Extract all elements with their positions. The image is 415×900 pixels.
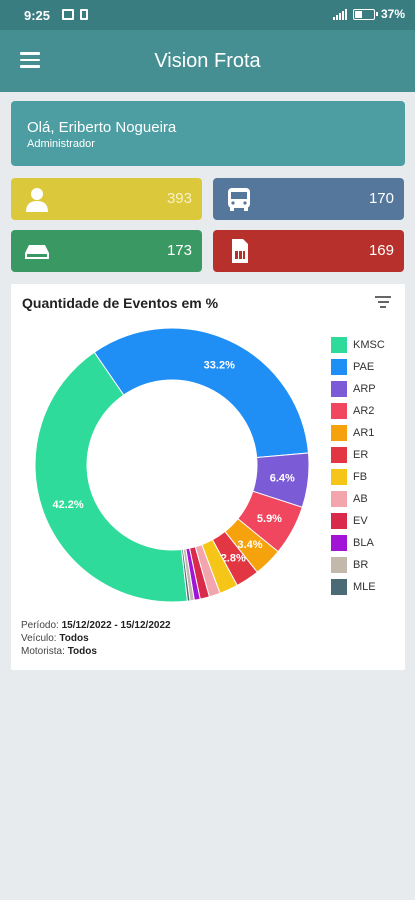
legend-label: AR1: [353, 427, 375, 439]
user-greeting: Olá, Eriberto Nogueira: [27, 119, 177, 136]
legend-item-er[interactable]: ER: [331, 444, 385, 466]
donut-label-ar2: 5.9%: [257, 513, 282, 525]
legend-item-fb[interactable]: FB: [331, 466, 385, 488]
legend-label: AR2: [353, 405, 375, 417]
donut-slice-pae[interactable]: [93, 327, 310, 459]
status-bar: 9:25 37%: [0, 0, 415, 30]
donut-slice-kmsc[interactable]: [34, 351, 189, 603]
stat-sim-cards-value: 169: [368, 242, 394, 259]
sim-card-icon: [232, 239, 248, 263]
vehicle-label: Veículo:: [21, 633, 57, 644]
legend-label: EV: [353, 515, 368, 527]
chart-filters-info: Período: 15/12/2022 - 15/12/2022 Veículo…: [21, 619, 171, 658]
battery-percent: 37%: [380, 7, 405, 21]
period-label: Período:: [21, 620, 59, 631]
legend-item-ar2[interactable]: AR2: [331, 400, 385, 422]
legend-item-mle[interactable]: MLE: [331, 576, 385, 598]
stat-tile-users[interactable]: 393: [11, 178, 202, 220]
legend-swatch: [331, 381, 347, 397]
legend-swatch: [331, 579, 347, 595]
legend-item-arp[interactable]: ARP: [331, 378, 385, 400]
stat-users-value: 393: [166, 190, 192, 207]
legend-swatch: [331, 403, 347, 419]
donut-chart: 42.2%33.2%6.4%5.9%3.4%2.8%: [34, 327, 310, 603]
filter-icon[interactable]: [375, 296, 391, 310]
vehicle-row: Veículo: Todos: [21, 632, 171, 645]
period-value: 15/12/2022 - 15/12/2022: [61, 620, 171, 631]
stat-tile-sim-cards[interactable]: 169: [213, 230, 404, 272]
notification-icon: [62, 9, 74, 20]
legend-label: ARP: [353, 383, 376, 395]
legend-swatch: [331, 557, 347, 573]
stat-devices-value: 173: [166, 242, 192, 259]
device-icon: [25, 245, 49, 259]
status-time: 9:25: [24, 8, 51, 23]
chart-legend: KMSC PAE ARP AR2 AR1 ER FB AB EV BLA BR MLE: [331, 334, 385, 598]
stat-tile-devices[interactable]: 173: [11, 230, 202, 272]
legend-item-ab[interactable]: AB: [331, 488, 385, 510]
vehicle-value: Todos: [59, 633, 89, 644]
legend-item-kmsc[interactable]: KMSC: [331, 334, 385, 356]
legend-label: ER: [353, 449, 369, 461]
stat-tile-vehicles[interactable]: 170: [213, 178, 404, 220]
legend-swatch: [331, 469, 347, 485]
battery-icon: [352, 8, 378, 20]
legend-swatch: [331, 447, 347, 463]
user-role: Administrador: [27, 138, 95, 150]
legend-label: MLE: [353, 581, 376, 593]
donut-label-ar1: 3.4%: [237, 539, 262, 551]
legend-swatch: [331, 535, 347, 551]
legend-swatch: [331, 513, 347, 529]
stat-vehicles-value: 170: [368, 190, 394, 207]
legend-swatch: [331, 491, 347, 507]
donut-label-kmsc: 42.2%: [52, 499, 83, 511]
legend-label: BLA: [353, 537, 374, 549]
legend-item-ev[interactable]: EV: [331, 510, 385, 532]
legend-item-ar1[interactable]: AR1: [331, 422, 385, 444]
legend-label: FB: [353, 471, 368, 483]
download-icon: [80, 9, 88, 20]
legend-swatch: [331, 337, 347, 353]
legend-item-br[interactable]: BR: [331, 554, 385, 576]
legend-label: AB: [353, 493, 368, 505]
legend-label: KMSC: [353, 339, 385, 351]
donut-label-pae: 33.2%: [204, 360, 235, 372]
legend-label: PAE: [353, 361, 375, 373]
legend-item-bla[interactable]: BLA: [331, 532, 385, 554]
driver-row: Motorista: Todos: [21, 645, 171, 658]
user-icon: [26, 188, 48, 212]
driver-value: Todos: [67, 646, 97, 657]
welcome-card: Olá, Eriberto Nogueira Administrador: [11, 101, 405, 166]
chart-title: Quantidade de Eventos em %: [22, 295, 219, 311]
app-bar: Vision Frota: [0, 30, 415, 92]
legend-swatch: [331, 359, 347, 375]
app-title: Vision Frota: [154, 50, 261, 72]
bus-icon: [228, 188, 250, 211]
status-indicators: 37%: [332, 7, 405, 21]
legend-swatch: [331, 425, 347, 441]
legend-item-pae[interactable]: PAE: [331, 356, 385, 378]
legend-label: BR: [353, 559, 369, 571]
period-row: Período: 15/12/2022 - 15/12/2022: [21, 619, 171, 632]
driver-label: Motorista:: [21, 646, 65, 657]
signal-icon: [332, 8, 347, 20]
donut-label-arp: 6.4%: [270, 473, 295, 485]
events-chart-card: Quantidade de Eventos em % 42.2% 33.2% 6.4…: [11, 284, 405, 670]
